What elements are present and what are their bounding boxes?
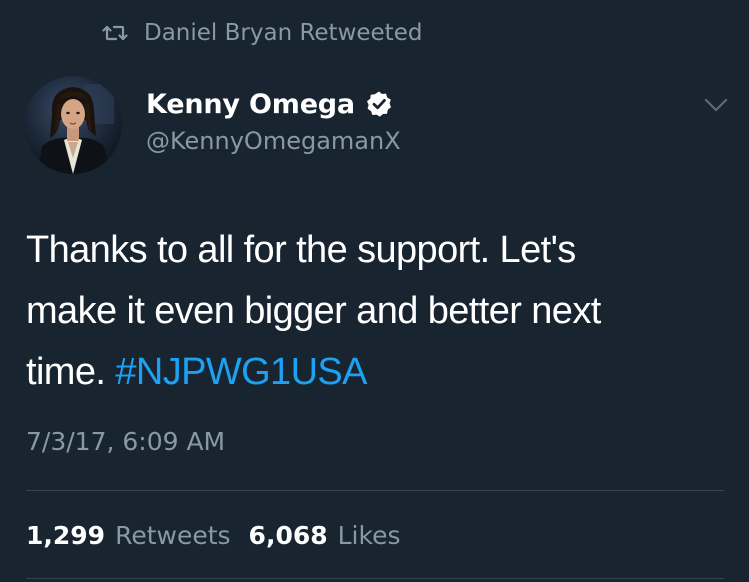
- retweet-icon: [102, 25, 128, 41]
- tweet-text-line-3: time. #NJPWG1USA: [26, 342, 726, 403]
- tweet-text-line-2: make it even bigger and better next: [26, 290, 601, 332]
- author-name-row[interactable]: Kenny Omega: [146, 86, 393, 122]
- tweet-text-line-3-prefix: time.: [26, 351, 116, 393]
- likes-label[interactable]: Likes: [338, 521, 401, 550]
- divider: [26, 578, 724, 579]
- tweet-text-line-1: Thanks to all for the support. Let's: [26, 229, 576, 271]
- likes-count[interactable]: 6,068: [249, 521, 328, 550]
- retweeted-by-header[interactable]: Daniel Bryan Retweeted: [102, 18, 422, 48]
- tweet-timestamp[interactable]: 7/3/17, 6:09 AM: [26, 424, 225, 460]
- verified-badge-icon: [366, 91, 391, 117]
- author-handle[interactable]: @KennyOmegamanX: [146, 124, 401, 158]
- engagement-stats: 1,299 Retweets 6,068 Likes: [26, 516, 401, 554]
- avatar-photo: [24, 76, 122, 174]
- chevron-down-icon[interactable]: [700, 92, 732, 118]
- retweets-count[interactable]: 1,299: [26, 521, 105, 550]
- retweets-label[interactable]: Retweets: [115, 521, 230, 550]
- retweeted-by-text: Daniel Bryan Retweeted: [144, 20, 423, 46]
- hashtag-link[interactable]: #NJPWG1USA: [115, 351, 367, 393]
- tweet-text: Thanks to all for the support. Let's mak…: [26, 220, 726, 403]
- avatar[interactable]: [24, 76, 122, 174]
- divider: [26, 490, 724, 491]
- author-display-name[interactable]: Kenny Omega: [146, 89, 355, 120]
